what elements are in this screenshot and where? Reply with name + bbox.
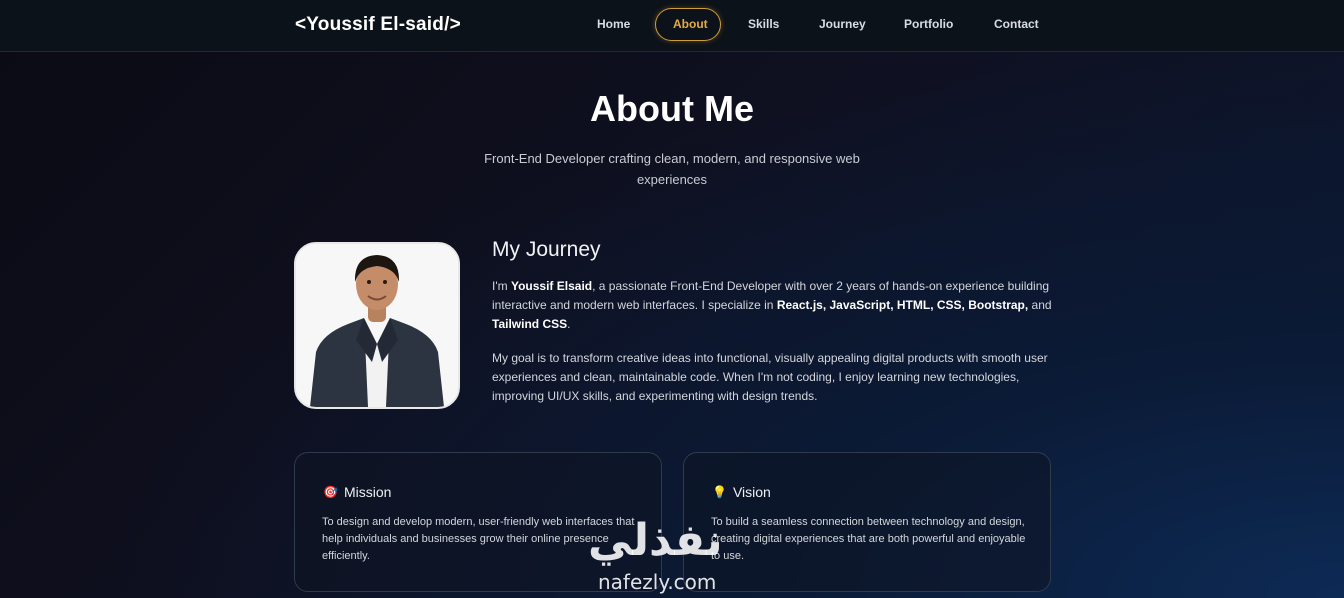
brand-logo[interactable]: <Youssif El-said/> (295, 14, 461, 36)
journey-title: My Journey (492, 238, 601, 261)
page-subtitle: Front-End Developer crafting clean, mode… (484, 151, 860, 187)
watermark: نفذلي nafezly.com (588, 515, 758, 595)
journey-intro-paragraph: I'm Youssif Elsaid, a passionate Front-E… (492, 279, 1052, 331)
journey-goal-paragraph: My goal is to transform creative ideas i… (492, 351, 1048, 403)
profile-photo (294, 242, 460, 409)
nav-skills[interactable]: Skills (731, 8, 796, 41)
watermark-arabic: نفذلي (588, 516, 723, 565)
nav-journey[interactable]: Journey (802, 8, 883, 41)
vision-heading: 💡 Vision (712, 484, 771, 500)
page-title: About Me (590, 88, 754, 129)
vision-text: To build a seamless connection between t… (711, 516, 1026, 562)
nav-home[interactable]: Home (580, 8, 647, 41)
nav-about[interactable]: About (655, 8, 721, 41)
mission-title: Mission (343, 484, 392, 500)
nav-portfolio[interactable]: Portfolio (887, 8, 970, 41)
vision-title: Vision (732, 484, 771, 500)
target-icon: 🎯 (323, 485, 338, 499)
skills-highlight: React.js, JavaScript, HTML, CSS, Bootstr… (776, 298, 1029, 312)
navbar: <Youssif El-said/> Home About Skills Jou… (0, 0, 1344, 52)
lightbulb-icon: 💡 (712, 485, 727, 499)
mission-heading: 🎯 Mission (323, 484, 391, 500)
nav-contact[interactable]: Contact (977, 8, 1056, 41)
tailwind-highlight: Tailwind CSS (492, 317, 568, 331)
person-illustration (296, 244, 458, 407)
watermark-latin: nafezly.com (598, 570, 717, 594)
name-highlight: Youssif Elsaid (510, 279, 593, 293)
